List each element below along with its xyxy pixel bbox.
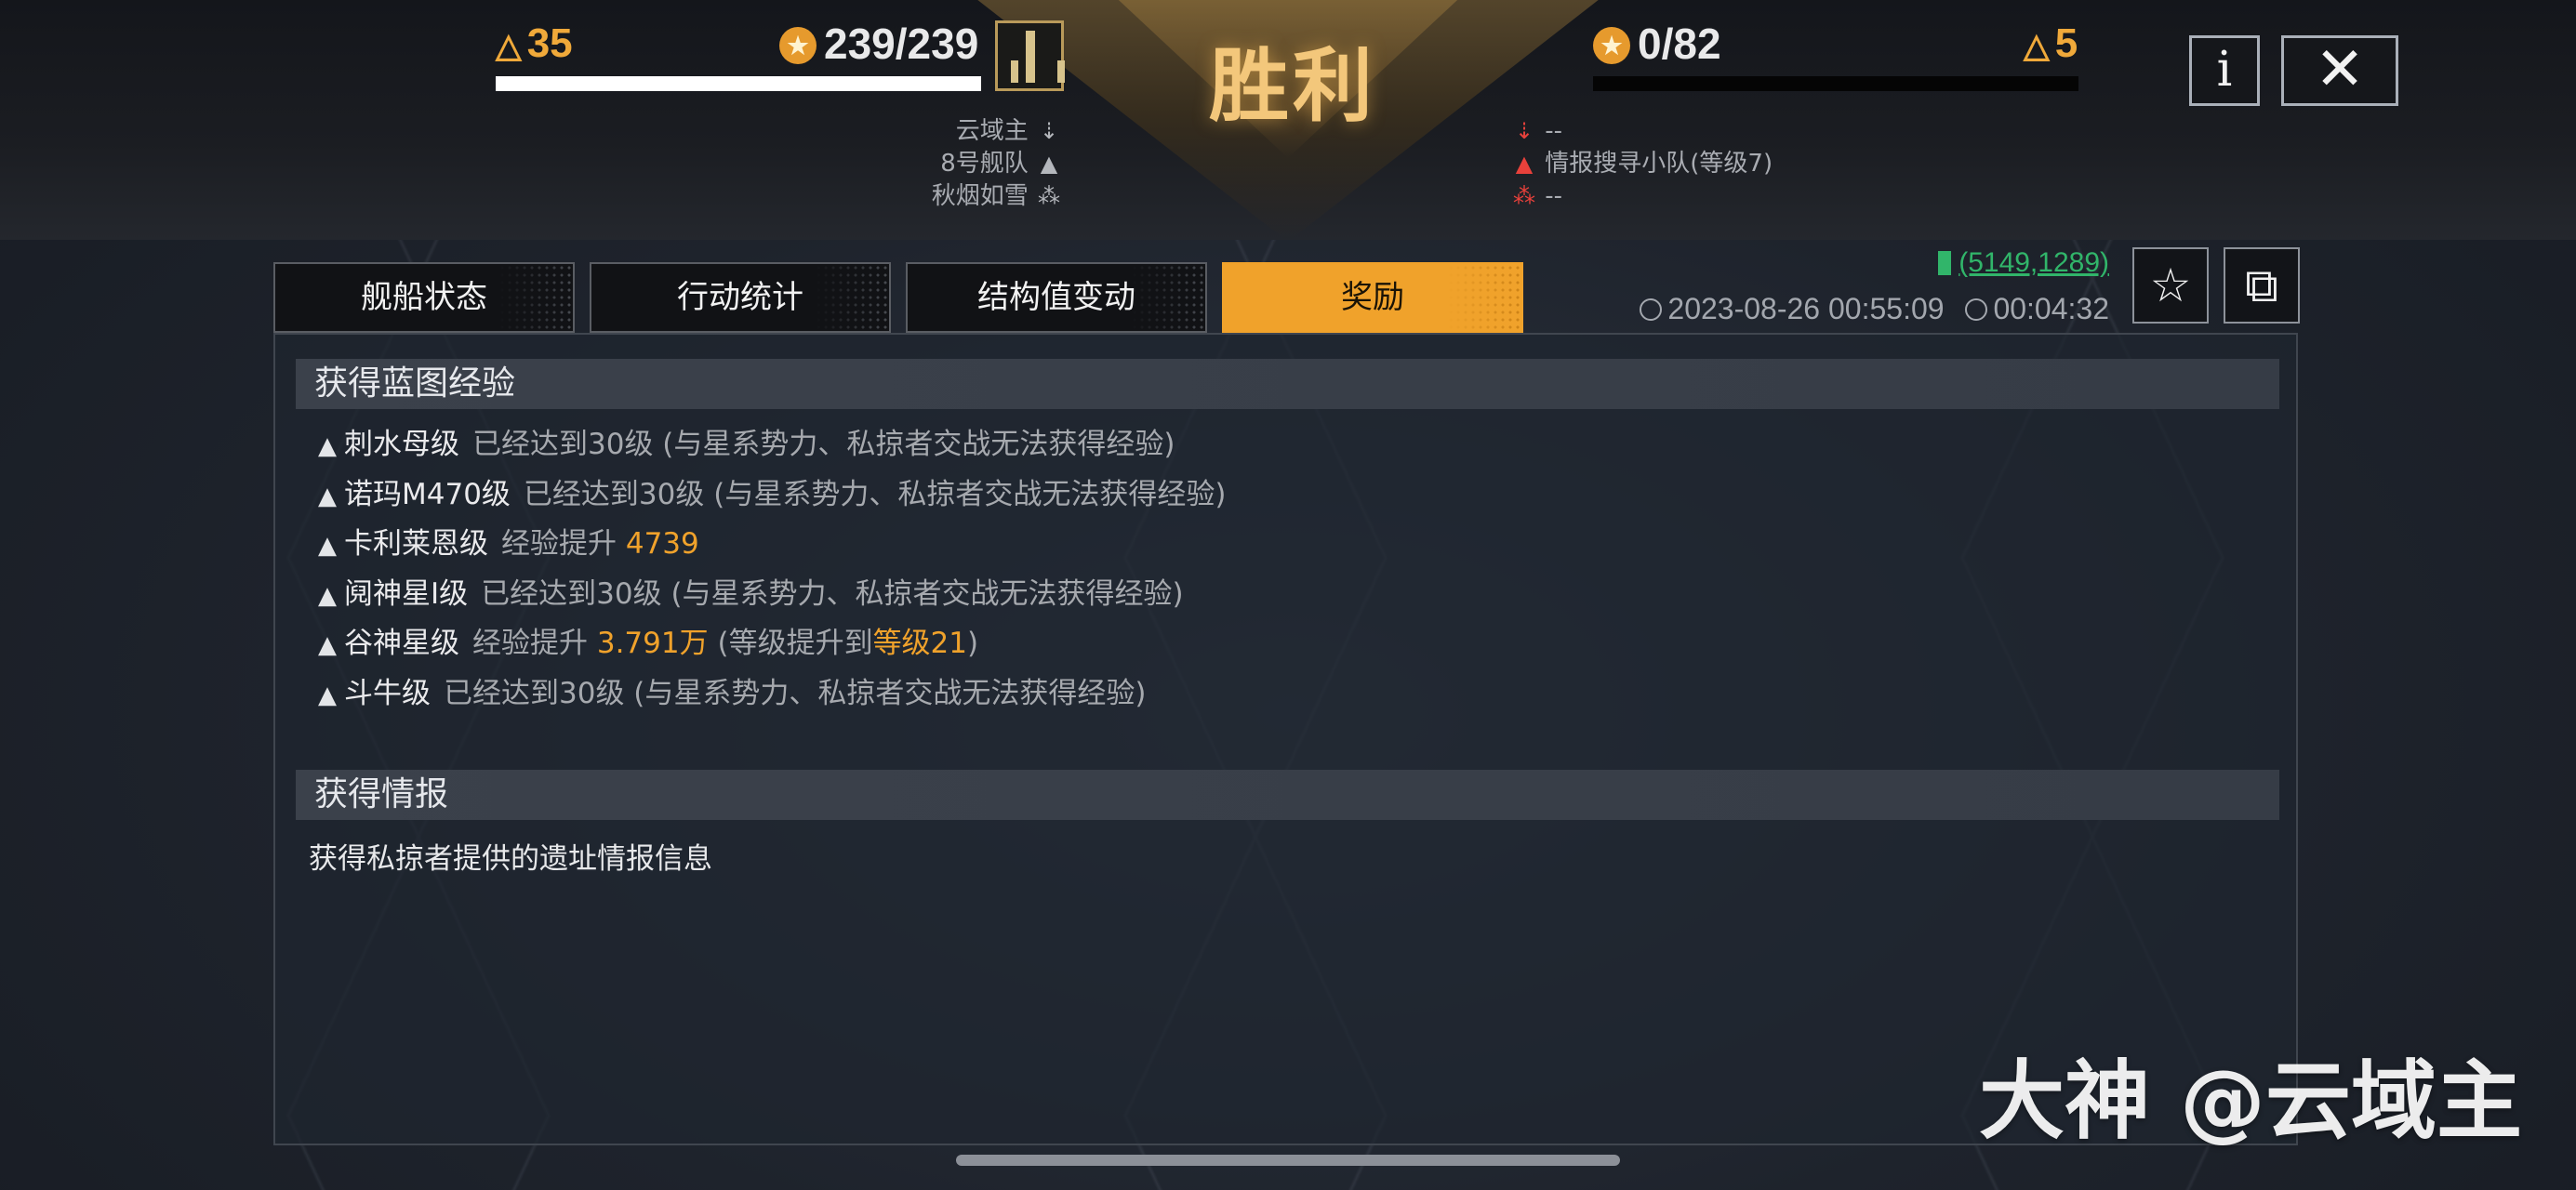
location-coords[interactable]: (5149,1289) <box>1959 247 2109 278</box>
enemy-info-list: ⇣ -- ▲ 情报搜寻小队(等级7) ⁂ -- <box>1511 115 1773 213</box>
ship-exp-desc: 已经达到30级 (与星系势力、私掠者交战无法获得经验) <box>472 428 1175 461</box>
enemy-hp-bar <box>1593 76 2078 91</box>
ship-icon: ▲ <box>318 581 337 610</box>
player-commander: 云域主 ⇣ <box>932 115 1062 148</box>
list-item: ▲ 卡利莱恩级 经验提升 4739 <box>318 520 1226 570</box>
list-item: ▲ 诺玛M470级 已经达到30级 (与星系势力、私掠者交战无法获得经验) <box>318 470 1226 521</box>
ship-exp-desc: 已经达到30级 (与星系势力、私掠者交战无法获得经验) <box>444 676 1147 710</box>
exp-gain-value: 4739 <box>625 527 699 561</box>
timer-icon <box>1965 298 1988 321</box>
player-level-value: 35 <box>526 20 573 66</box>
ship-exp-desc: 已经达到30级 (与星系势力、私掠者交战无法获得经验) <box>481 576 1184 611</box>
favorite-button[interactable]: ☆ <box>2132 247 2209 324</box>
home-indicator[interactable] <box>956 1155 1620 1166</box>
flag-icon <box>1938 251 1952 275</box>
unit-icon: ⁂ <box>1513 183 1535 209</box>
player-level: △ 35 <box>496 20 573 67</box>
ship-name: 诺玛M470级 <box>344 477 511 511</box>
blueprint-exp-heading: 获得蓝图经验 <box>296 359 2279 409</box>
battle-datetime: 2023-08-26 00:55:09 <box>1667 292 1945 325</box>
level-up-value: 等级21 <box>872 627 968 660</box>
ship-name: 斗牛级 <box>344 676 431 710</box>
player-hp-value: 239/239 <box>824 20 979 68</box>
ship-name: 卡利莱恩级 <box>344 527 488 561</box>
player-unit-name: 秋烟如雪 <box>931 182 1029 210</box>
level-up-prefix: (等级提升到 <box>717 627 873 660</box>
clock-icon <box>1640 298 1663 321</box>
share-icon: ⧉ <box>2245 258 2278 312</box>
info-button[interactable]: i <box>2189 35 2260 106</box>
list-item: ▲ 刺水母级 已经达到30级 (与星系势力、私掠者交战无法获得经验) <box>318 420 1226 470</box>
ship-exp-desc: 经验提升 <box>472 627 588 660</box>
battle-result-title: 胜利 <box>1209 39 1376 133</box>
intel-heading: 获得情报 <box>296 770 2279 820</box>
enemy-commander-name: -- <box>1545 117 1563 145</box>
tab-rewards[interactable]: 奖励 <box>1222 262 1523 333</box>
list-item: ▲ 阋神星I级 已经达到30级 (与星系势力、私掠者交战无法获得经验) <box>318 570 1226 620</box>
enemy-unit-name: -- <box>1545 182 1563 210</box>
tab-structure-change[interactable]: 结构值变动 <box>906 262 1207 333</box>
battle-duration: 00:04:32 <box>1993 292 2109 325</box>
chevron-up-icon: ▲ <box>1515 151 1534 177</box>
player-commander-name: 云域主 <box>955 117 1029 145</box>
ship-name: 阋神星I级 <box>344 576 469 611</box>
star-icon: ☆ <box>2149 258 2192 312</box>
level-triangle-icon: △ <box>496 26 522 64</box>
hp-emblem-icon <box>779 27 817 64</box>
enemy-unit: ⁂ -- <box>1511 180 1773 213</box>
player-unit: 秋烟如雪 ⁂ <box>932 180 1062 213</box>
ship-name: 谷神星级 <box>344 627 459 660</box>
blueprint-ship-list: ▲ 刺水母级 已经达到30级 (与星系势力、私掠者交战无法获得经验) ▲ 诺玛M470… <box>318 420 1226 719</box>
enemy-commander: ⇣ -- <box>1511 115 1773 148</box>
player-fleet-name: 8号舰队 <box>940 150 1029 178</box>
tab-ship-status[interactable]: 舰船状态 <box>273 262 575 333</box>
hp-emblem-icon <box>1593 27 1630 64</box>
enemy-fleet-name: 情报搜寻小队(等级7) <box>1545 150 1773 178</box>
enemy-level-value: 5 <box>2054 20 2078 66</box>
unit-icon: ⁂ <box>1038 183 1060 209</box>
ship-icon: ▲ <box>318 482 337 510</box>
share-button[interactable]: ⧉ <box>2224 247 2300 324</box>
location-link[interactable]: (5149,1289) <box>1938 247 2109 279</box>
battle-time-info: 2023-08-26 00:55:09 00:04:32 <box>1627 292 2109 326</box>
battle-result-header: △35 239/239 胜利 0/82 △5 云域主 ⇣ 8号舰队 ▲ 秋烟如雪… <box>0 0 2576 240</box>
player-hp: 239/239 <box>779 19 978 69</box>
level-triangle-icon: △ <box>2024 26 2050 64</box>
sword-down-icon: ⇣ <box>1514 118 1534 144</box>
player-info-list: 云域主 ⇣ 8号舰队 ▲ 秋烟如雪 ⁂ <box>932 115 1062 213</box>
sword-down-icon: ⇣ <box>1039 118 1059 144</box>
rewards-panel: 获得蓝图经验 ▲ 刺水母级 已经达到30级 (与星系势力、私掠者交战无法获得经验) … <box>273 333 2298 1145</box>
list-item: ▲ 谷神星级 经验提升 3.791万 (等级提升到等级21) <box>318 619 1226 669</box>
exp-gain-value: 3.791万 <box>596 627 709 660</box>
enemy-level: △ 5 <box>2024 20 2078 67</box>
ship-icon: ▲ <box>318 631 337 659</box>
watermark: 大神 @云域主 <box>1979 1051 2523 1151</box>
fleet-emblem-icon <box>995 20 1065 91</box>
ship-exp-desc: 已经达到30级 (与星系势力、私掠者交战无法获得经验) <box>523 477 1227 511</box>
player-fleet: 8号舰队 ▲ <box>932 148 1062 180</box>
level-up-suffix: ) <box>967 627 979 660</box>
tab-action-stats[interactable]: 行动统计 <box>590 262 891 333</box>
ship-icon: ▲ <box>318 532 337 560</box>
enemy-fleet: ▲ 情报搜寻小队(等级7) <box>1511 148 1773 180</box>
intel-description: 获得私掠者提供的遗址情报信息 <box>309 842 712 876</box>
close-button[interactable]: ✕ <box>2281 35 2398 106</box>
enemy-hp: 0/82 <box>1593 19 1721 69</box>
ship-icon: ▲ <box>318 681 337 709</box>
list-item: ▲ 斗牛级 已经达到30级 (与星系势力、私掠者交战无法获得经验) <box>318 669 1226 720</box>
enemy-hp-value: 0/82 <box>1638 20 1721 68</box>
ship-name: 刺水母级 <box>344 428 459 461</box>
ship-icon: ▲ <box>318 432 337 460</box>
ship-exp-desc: 经验提升 <box>501 527 617 561</box>
player-hp-bar <box>496 76 981 91</box>
chevron-up-icon: ▲ <box>1040 151 1058 177</box>
